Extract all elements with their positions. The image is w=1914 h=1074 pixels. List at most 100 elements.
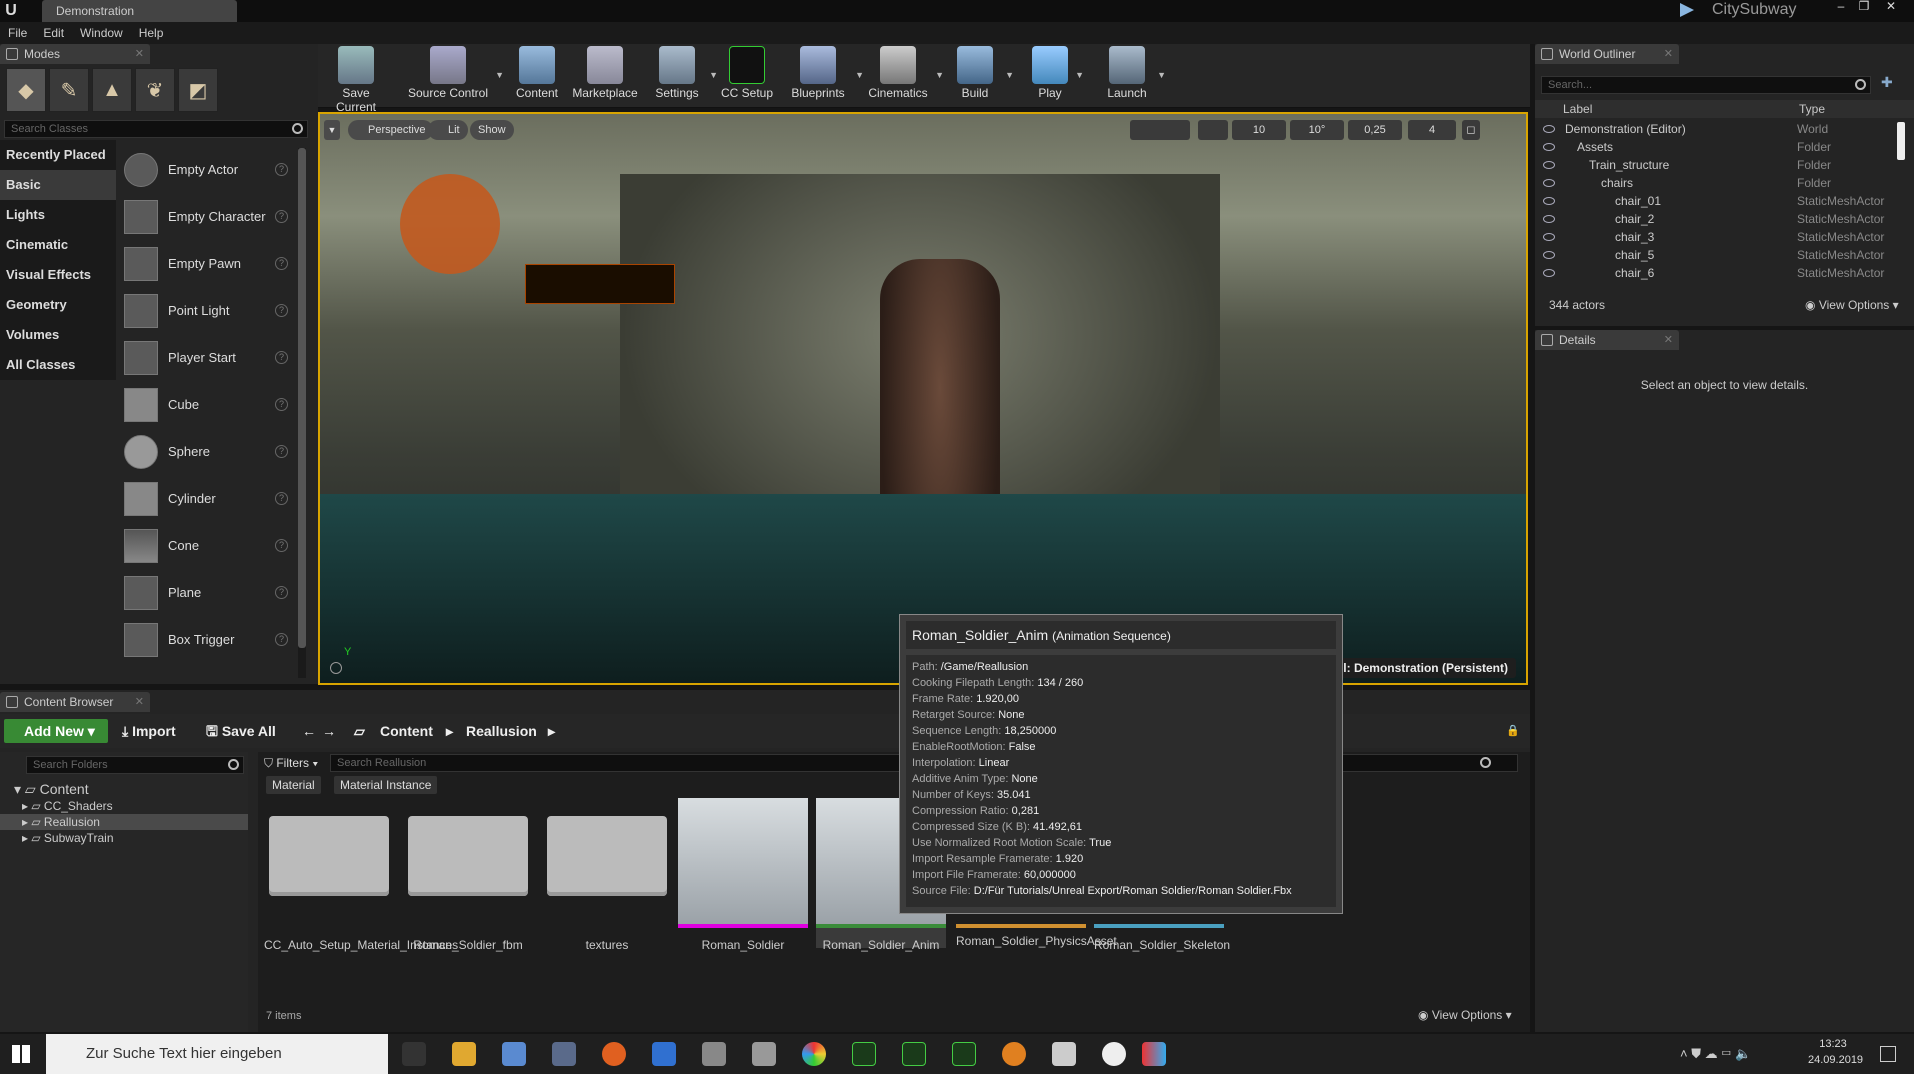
build-button[interactable]: Build ▼ [950, 46, 1014, 100]
help-icon[interactable]: ? [275, 492, 288, 505]
help-icon[interactable]: ? [275, 586, 288, 599]
menu-file[interactable]: File [8, 22, 27, 44]
menu-edit[interactable]: Edit [43, 22, 64, 44]
eye-icon[interactable] [1543, 197, 1555, 205]
tree-item-content[interactable]: ▾ ▱ Content [0, 780, 248, 798]
content-browser-tab[interactable]: Content Browser ✕ [0, 692, 150, 712]
menu-window[interactable]: Window [80, 22, 123, 44]
forward-arrow-icon[interactable]: → [322, 719, 336, 743]
view-options-button[interactable]: ◉ View Options ▾ [1418, 1008, 1512, 1022]
scrollbar-thumb[interactable] [298, 148, 306, 648]
category-visual-effects[interactable]: Visual Effects [0, 260, 116, 290]
transform-tools[interactable] [1130, 120, 1190, 140]
help-icon[interactable]: ? [275, 163, 288, 176]
list-item[interactable]: Empty Pawn? [120, 240, 298, 287]
file-explorer-icon[interactable] [452, 1042, 476, 1066]
back-arrow-icon[interactable]: ← [302, 719, 316, 743]
save-all-button[interactable]: 🖫 Save All [206, 719, 276, 743]
list-item[interactable]: Cylinder? [120, 475, 298, 522]
maximize-viewport-icon[interactable]: ◻ [1462, 120, 1480, 140]
system-tray-icons[interactable]: ˄ ⛊ ☁ ▭ 🔈 [1680, 1046, 1751, 1062]
firefox-icon[interactable] [602, 1042, 626, 1066]
help-icon[interactable]: ? [275, 445, 288, 458]
outliner-row[interactable]: chair_6 StaticMeshActor [1535, 264, 1895, 282]
app-icon[interactable] [502, 1042, 526, 1066]
filters-button[interactable]: ⛉ Filters ▾ [264, 754, 318, 772]
unreal-logo-icon[interactable]: U [0, 0, 22, 22]
list-item[interactable]: Box Trigger? [120, 616, 298, 663]
app-icon[interactable] [752, 1042, 776, 1066]
windows-start-icon[interactable] [12, 1045, 30, 1063]
marketplace-button[interactable]: Marketplace [570, 46, 640, 100]
app-icon[interactable] [902, 1042, 926, 1066]
eye-icon[interactable] [1543, 269, 1555, 277]
place-mode-icon[interactable]: ◆ [6, 68, 46, 112]
app-icon[interactable] [702, 1042, 726, 1066]
list-item[interactable]: Player Start? [120, 334, 298, 381]
chevron-down-icon[interactable]: ▼ [495, 70, 504, 80]
outliner-search-input[interactable]: Search... [1541, 76, 1871, 94]
list-item[interactable]: Empty Character? [120, 193, 298, 240]
save-current-button[interactable]: Save Current [324, 46, 388, 114]
paint-mode-icon[interactable]: ✎ [49, 68, 89, 112]
category-volumes[interactable]: Volumes [0, 320, 116, 350]
outliner-row[interactable]: Train_structure Folder [1535, 156, 1895, 174]
type-column-header[interactable]: Type [1799, 100, 1825, 118]
rotation-snap-value[interactable]: 10° [1290, 120, 1344, 140]
help-icon[interactable]: ? [275, 210, 288, 223]
eye-icon[interactable] [1543, 179, 1555, 187]
outliner-row[interactable]: Demonstration (Editor) World [1535, 120, 1895, 138]
grid-snap-value[interactable]: 10 [1232, 120, 1286, 140]
breadcrumb-chevron-icon[interactable]: ▸ [548, 719, 555, 743]
app-icon[interactable] [1052, 1042, 1076, 1066]
list-item[interactable]: Plane? [120, 569, 298, 616]
category-basic[interactable]: Basic [0, 170, 116, 200]
close-tab-icon[interactable]: ✕ [135, 692, 144, 712]
content-button[interactable]: Content [512, 46, 562, 100]
list-item[interactable]: Cube? [120, 381, 298, 428]
eye-icon[interactable] [1543, 161, 1555, 169]
asset-tile[interactable]: textures [542, 798, 672, 952]
chevron-down-icon[interactable]: ▼ [1157, 70, 1166, 80]
play-button[interactable]: Play ▼ [1030, 46, 1084, 100]
clock[interactable]: 13:23 24.09.2019 [1808, 1038, 1863, 1066]
unreal-engine-icon[interactable] [1102, 1042, 1126, 1066]
minimize-button[interactable]: – [1830, 0, 1852, 12]
add-new-button[interactable]: Add New ▾ [4, 719, 108, 743]
category-geometry[interactable]: Geometry [0, 290, 116, 320]
tree-item-subwaytrain[interactable]: ▸ ▱ SubwayTrain [0, 830, 248, 846]
filter-chip-material[interactable]: Material [266, 776, 321, 794]
outliner-row[interactable]: chair_2 StaticMeshActor [1535, 210, 1895, 228]
chevron-down-icon[interactable]: ▼ [1005, 70, 1014, 80]
cc-setup-icon[interactable] [952, 1042, 976, 1066]
app-icon[interactable] [852, 1042, 876, 1066]
lit-button[interactable]: Lit [428, 120, 468, 140]
chevron-down-icon[interactable]: ▼ [709, 70, 718, 80]
blender-icon[interactable] [1002, 1042, 1026, 1066]
filter-chip-material-instance[interactable]: Material Instance [334, 776, 438, 794]
chrome-icon[interactable] [802, 1042, 826, 1066]
details-tab[interactable]: Details ✕ [1535, 330, 1679, 350]
level-viewport[interactable]: ▼ Perspective Lit Show 10 10° 0,25 4 ◻ v… [318, 112, 1528, 685]
landscape-mode-icon[interactable]: ▲ [92, 68, 132, 112]
category-lights[interactable]: Lights [0, 200, 116, 230]
outliner-row[interactable]: chairs Folder [1535, 174, 1895, 192]
eye-icon[interactable] [1543, 233, 1555, 241]
maximize-button[interactable]: ❐ [1853, 0, 1875, 12]
world-local-toggle[interactable] [1198, 120, 1228, 140]
eye-icon[interactable] [1543, 251, 1555, 259]
notification-icon[interactable] [1880, 1046, 1896, 1062]
launch-button[interactable]: Launch ▼ [1102, 46, 1166, 100]
camera-speed-value[interactable]: 4 [1408, 120, 1456, 140]
geometry-mode-icon[interactable]: ◩ [178, 68, 218, 112]
world-outliner-tab[interactable]: World Outliner ✕ [1535, 44, 1679, 64]
asset-tile[interactable]: CC_Auto_Setup_Material_Instances [264, 798, 458, 952]
list-item[interactable]: Sphere? [120, 428, 298, 475]
tree-item-reallusion[interactable]: ▸ ▱ Reallusion [0, 814, 248, 830]
scrollbar[interactable] [298, 148, 306, 678]
close-tab-icon[interactable]: ✕ [1664, 44, 1673, 64]
close-button[interactable]: ✕ [1880, 0, 1902, 12]
source-control-button[interactable]: Source Control ▼ [406, 46, 504, 100]
lock-icon[interactable]: 🔒 [1506, 719, 1520, 743]
eye-icon[interactable] [1543, 125, 1555, 133]
